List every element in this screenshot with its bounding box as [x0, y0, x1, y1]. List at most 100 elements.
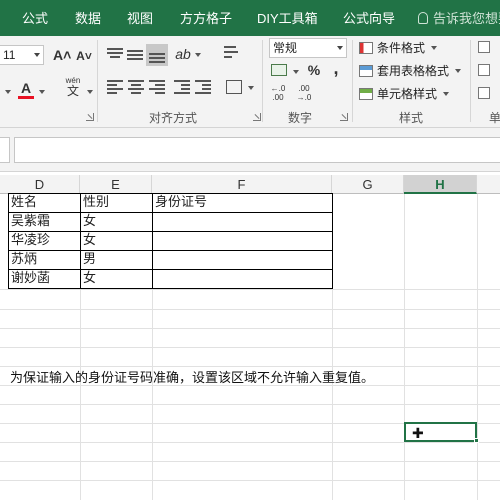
font-color-letter: A — [20, 80, 32, 96]
group-separator — [262, 40, 263, 122]
delete-cells-icon[interactable] — [478, 64, 490, 76]
chevron-down-icon[interactable] — [39, 90, 45, 94]
group-separator — [470, 40, 471, 122]
formula-bar — [0, 128, 500, 172]
gridline — [0, 309, 500, 310]
format-cells-icon[interactable] — [478, 87, 490, 99]
table-cell[interactable]: 女 — [80, 212, 153, 232]
column-header-h[interactable]: H — [404, 175, 477, 194]
top-align-icon[interactable] — [107, 48, 123, 62]
table-header-cell[interactable]: 姓名 — [8, 193, 81, 213]
table-cell[interactable]: 苏炳 — [8, 250, 81, 270]
table-cell[interactable]: 吴紫霜 — [8, 212, 81, 232]
table-cell[interactable]: 男 — [80, 250, 153, 270]
number-group-label: 数字 — [288, 111, 313, 125]
middle-align-icon[interactable] — [127, 48, 143, 62]
font-dialog-launcher[interactable] — [86, 113, 94, 121]
font-color-button[interactable]: A — [18, 78, 34, 98]
chevron-down-icon — [443, 92, 450, 96]
font-size-combo[interactable]: 11 — [0, 45, 44, 65]
table-row: 谢妙菡 女 — [8, 269, 333, 289]
table-cell[interactable] — [152, 269, 333, 289]
align-right-icon[interactable] — [149, 80, 165, 94]
gridline — [0, 442, 500, 443]
table-cell[interactable]: 女 — [80, 269, 153, 289]
table-cell[interactable]: 华凌珍 — [8, 231, 81, 251]
wrap-text-icon[interactable] — [224, 46, 240, 60]
number-format-combo[interactable]: 常规 — [269, 38, 347, 58]
cell-styles-label: 单元格样式 — [377, 87, 438, 101]
group-separator — [352, 40, 353, 122]
tell-me-search[interactable]: 告诉我您想要 — [418, 0, 500, 36]
align-center-icon[interactable] — [128, 80, 144, 94]
tab-formulas[interactable]: 公式 — [22, 0, 48, 36]
decrease-decimal-button[interactable]: .00 →.0 — [293, 84, 315, 102]
table-cell[interactable] — [152, 231, 333, 251]
instruction-note[interactable]: 为保证输入的身份证号码准确，设置该区域不允许输入重复值。 — [10, 367, 374, 386]
table-cell[interactable]: 谢妙菡 — [8, 269, 81, 289]
tell-me-text: 告诉我您想要 — [433, 11, 500, 26]
column-header-f[interactable]: F — [152, 175, 332, 194]
comma-style-button[interactable]: , — [329, 58, 343, 78]
bottom-align-button[interactable] — [146, 44, 168, 66]
increase-font-size-button[interactable]: A˄ — [53, 45, 71, 65]
merge-center-icon[interactable] — [226, 80, 242, 94]
chevron-down-icon[interactable] — [5, 90, 11, 94]
percent-style-button[interactable]: % — [305, 60, 323, 80]
ribbon-tab-bar: 公式 数据 视图 方方格子 DIY工具箱 公式向导 告诉我您想要 — [0, 0, 500, 36]
phonetic-guide-button[interactable]: wén 文 — [61, 76, 85, 98]
format-as-table-icon — [359, 65, 373, 77]
increase-indent-icon[interactable] — [195, 80, 211, 94]
cell-cursor-icon: ✚ — [412, 425, 424, 441]
tab-diy-toolbox[interactable]: DIY工具箱 — [257, 0, 318, 36]
group-separator — [97, 40, 98, 122]
gridline — [0, 461, 500, 462]
table-cell[interactable]: 女 — [80, 231, 153, 251]
tab-formula-wizard[interactable]: 公式向导 — [343, 0, 395, 36]
chevron-down-icon[interactable] — [248, 86, 254, 90]
cells-group-label: 单 — [489, 111, 500, 125]
conditional-formatting-icon — [359, 42, 373, 54]
table-cell[interactable] — [152, 250, 333, 270]
decrease-font-size-button[interactable]: A˅ — [75, 46, 93, 66]
styles-group-label: 样式 — [399, 111, 424, 125]
insert-cells-icon[interactable] — [478, 41, 490, 53]
column-header-g[interactable]: G — [332, 175, 404, 194]
increase-decimal-button[interactable]: ←.0 .00 — [267, 84, 289, 102]
column-header-e[interactable]: E — [80, 175, 152, 194]
table-cell[interactable] — [152, 212, 333, 232]
alignment-dialog-launcher[interactable] — [253, 113, 261, 121]
gridline — [0, 289, 500, 290]
table-header-cell[interactable]: 性别 — [80, 193, 153, 213]
column-header-d[interactable]: D — [0, 175, 80, 194]
decrease-indent-icon[interactable] — [174, 80, 190, 94]
chevron-down-icon — [455, 69, 462, 73]
tab-fangfang[interactable]: 方方格子 — [180, 0, 232, 36]
chevron-down-icon[interactable] — [293, 70, 299, 74]
cell-styles-button[interactable]: 单元格样式 — [359, 83, 450, 105]
number-format-value: 常规 — [273, 41, 298, 55]
table-row: 华凌珍 女 — [8, 231, 333, 251]
tab-view[interactable]: 视图 — [127, 0, 153, 36]
chevron-down-icon — [431, 46, 438, 50]
align-left-icon[interactable] — [107, 80, 123, 94]
chevron-down-icon[interactable] — [87, 90, 93, 94]
orientation-icon[interactable]: ab — [174, 44, 192, 64]
fill-handle[interactable] — [474, 438, 479, 443]
name-box[interactable] — [0, 137, 10, 163]
gridline — [0, 347, 500, 348]
conditional-formatting-button[interactable]: 条件格式 — [359, 37, 438, 59]
accounting-format-icon[interactable] — [271, 64, 287, 76]
column-header-i[interactable] — [477, 175, 500, 194]
bottom-align-icon — [149, 49, 165, 63]
formula-input[interactable] — [14, 137, 500, 163]
chevron-down-icon[interactable] — [195, 53, 201, 57]
table-header-row: 姓名 性别 身份证号 — [8, 193, 333, 213]
number-dialog-launcher[interactable] — [340, 113, 348, 121]
cell-styles-icon — [359, 88, 373, 100]
format-as-table-label: 套用表格格式 — [377, 64, 450, 78]
worksheet-grid[interactable]: D E F G H 姓名 性别 身份证号 吴紫霜 女 华凌珍 女 苏炳 男 谢妙… — [0, 172, 500, 500]
tab-data[interactable]: 数据 — [75, 0, 101, 36]
table-header-cell[interactable]: 身份证号 — [152, 193, 333, 213]
format-as-table-button[interactable]: 套用表格格式 — [359, 60, 462, 82]
